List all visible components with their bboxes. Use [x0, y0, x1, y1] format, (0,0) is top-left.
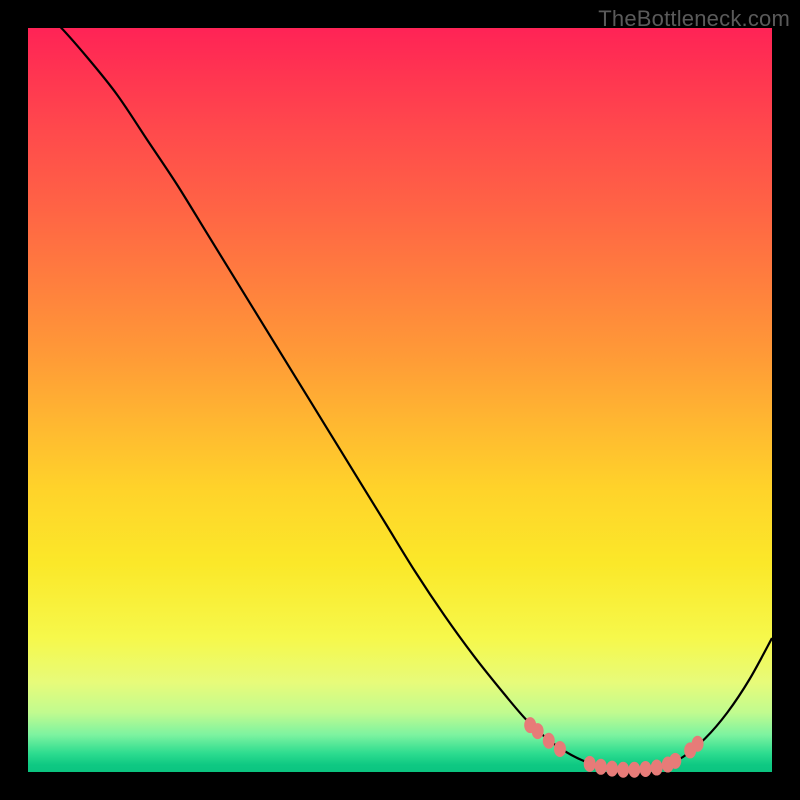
curve-marker	[606, 761, 618, 777]
curve-marker	[651, 760, 663, 776]
plot-area	[28, 28, 772, 772]
curve-markers	[524, 717, 703, 778]
curve-marker	[543, 733, 555, 749]
watermark-text: TheBottleneck.com	[598, 6, 790, 32]
bottleneck-curve	[28, 0, 772, 770]
curve-marker	[628, 762, 640, 778]
curve-marker	[669, 753, 681, 769]
curve-marker	[617, 762, 629, 778]
chart-svg	[28, 28, 772, 772]
curve-marker	[584, 756, 596, 772]
curve-marker	[692, 736, 704, 752]
curve-marker	[554, 741, 566, 757]
chart-frame: TheBottleneck.com	[0, 0, 800, 800]
curve-marker	[595, 759, 607, 775]
curve-marker	[640, 761, 652, 777]
curve-marker	[532, 723, 544, 739]
